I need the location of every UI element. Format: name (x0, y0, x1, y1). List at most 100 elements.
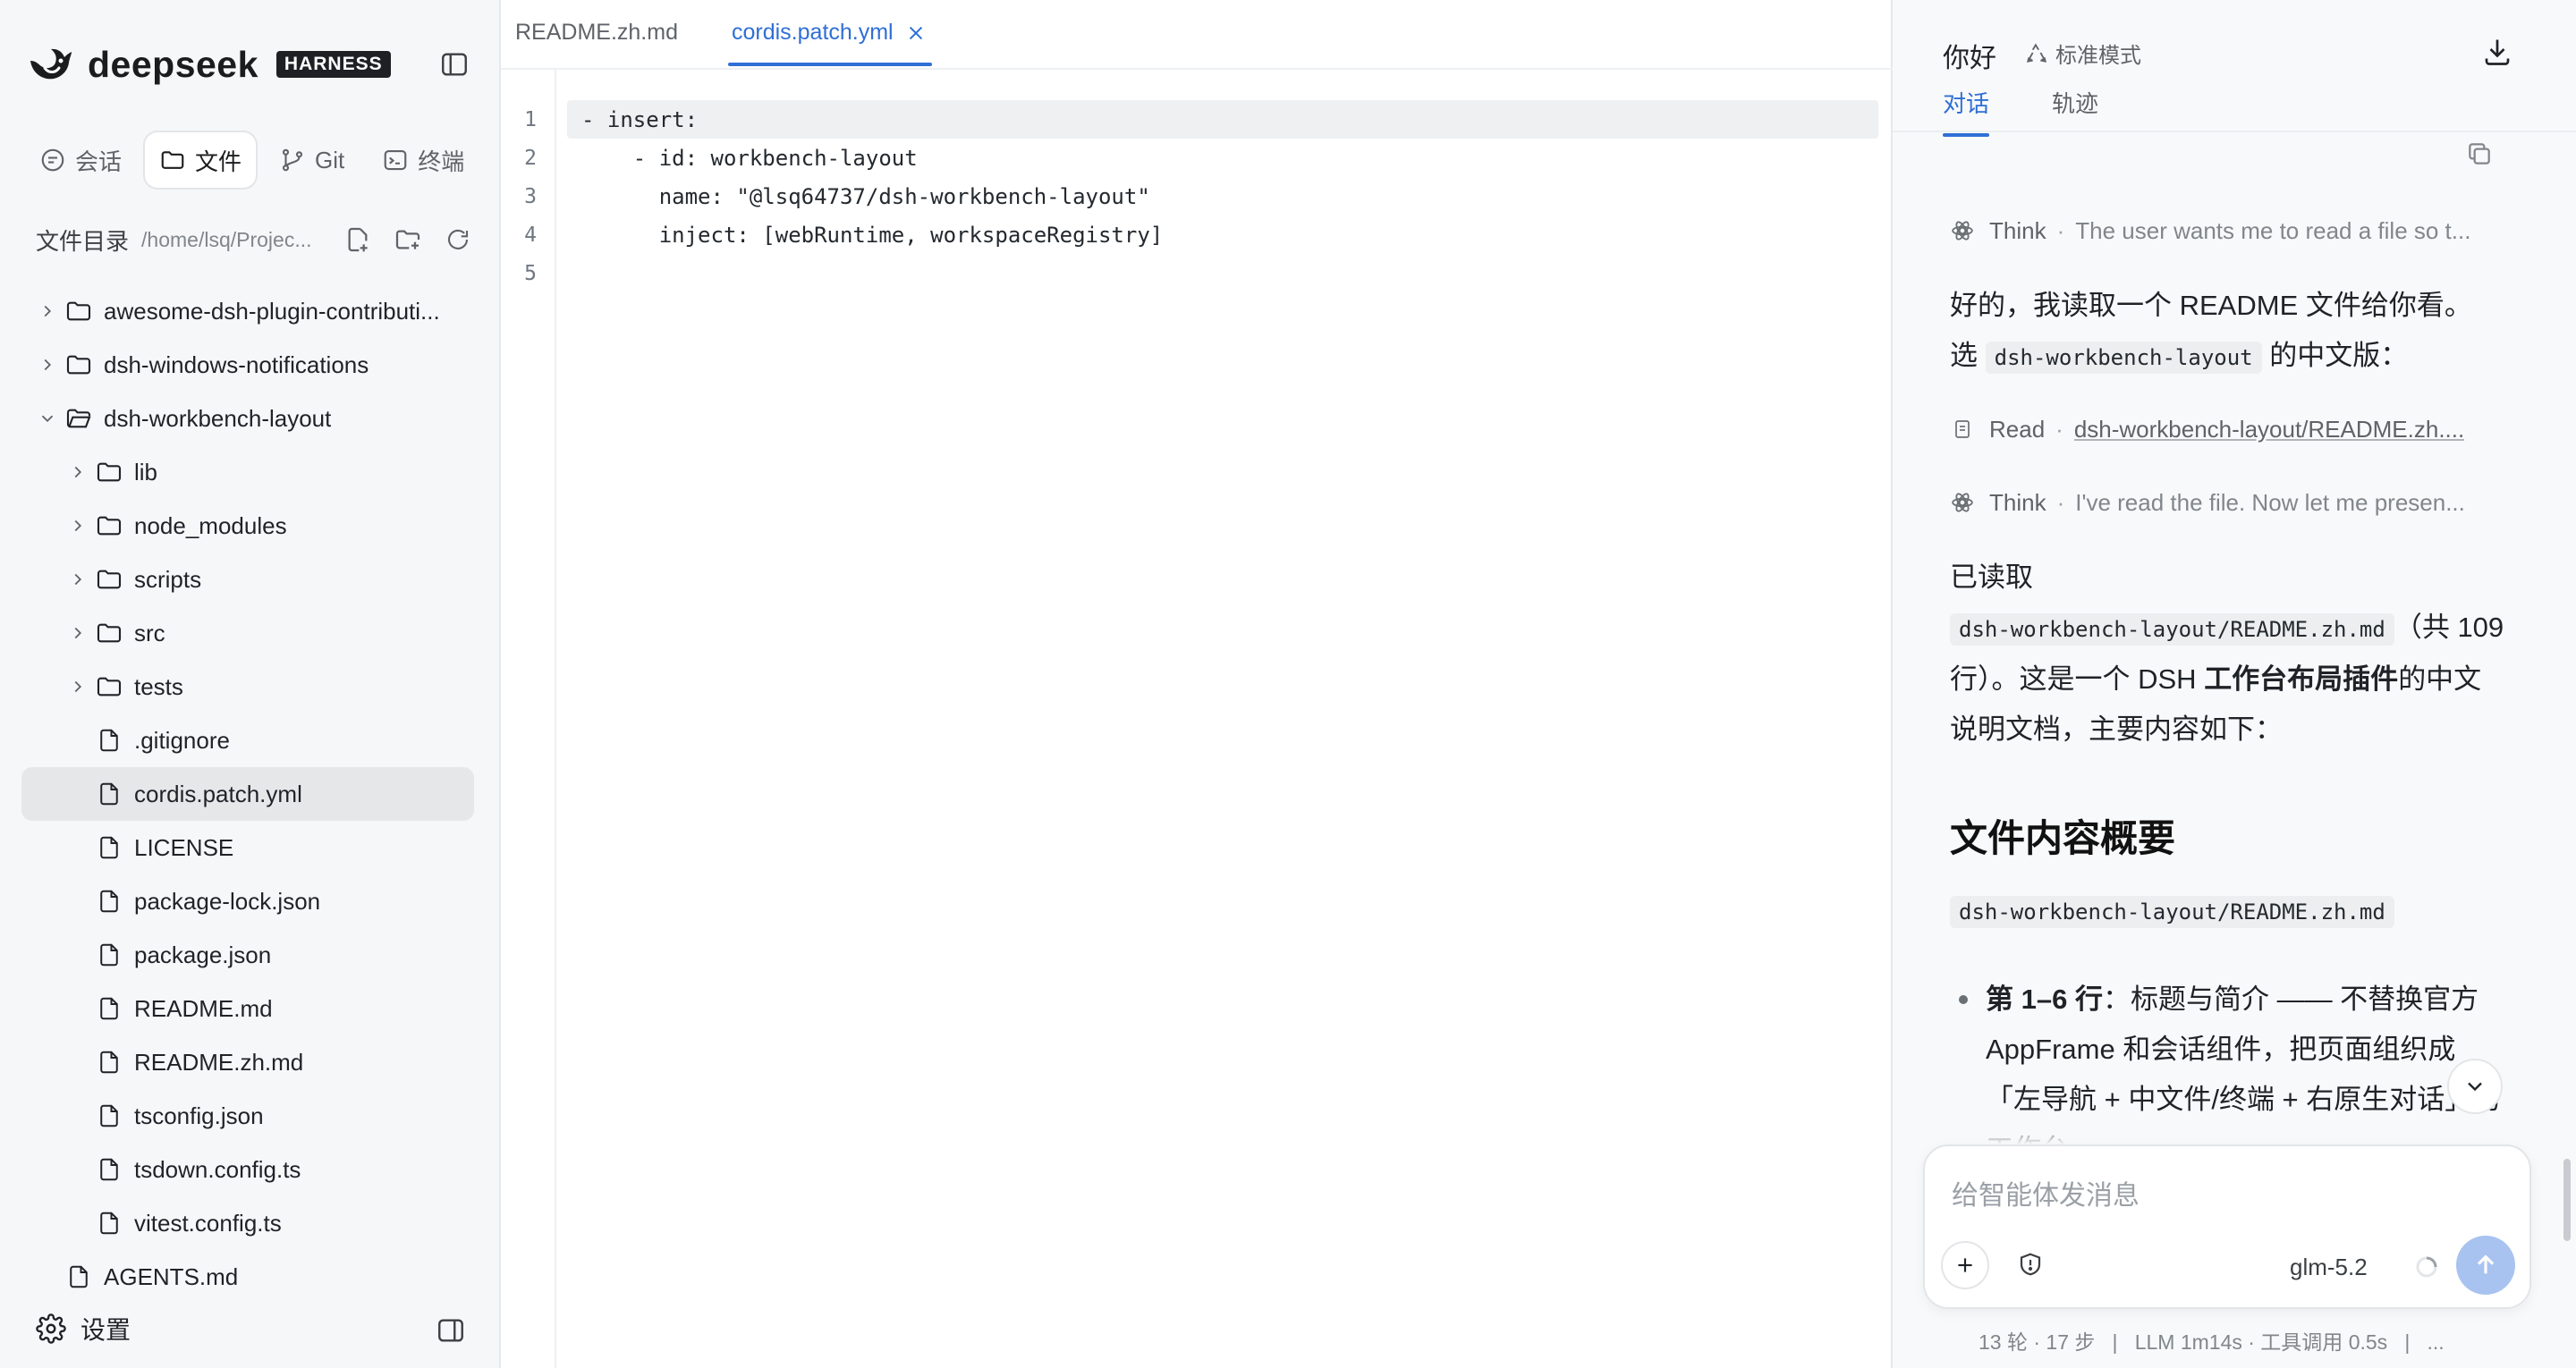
code-text: inject: [webRuntime, workspaceRegistry] (581, 222, 1164, 248)
copy-icon[interactable] (2463, 138, 2496, 170)
tree-folder[interactable]: awesome-dsh-plugin-contributi... (21, 284, 474, 338)
chat-tabs: 对话 轨迹 (1943, 86, 2098, 137)
tab-files[interactable]: 文件 (145, 132, 257, 188)
tree-file[interactable]: package-lock.json (21, 874, 474, 928)
chevron-right-icon[interactable] (64, 620, 91, 646)
step-name: Think (1989, 216, 2046, 244)
file-icon (95, 780, 123, 808)
tree-folder[interactable]: src (21, 606, 474, 660)
tree-item-label: LICENSE (134, 833, 234, 861)
line-number: 3 (524, 184, 537, 208)
line-number: 5 (524, 261, 537, 285)
folder-open-icon (64, 404, 93, 433)
download-icon[interactable] (2479, 34, 2515, 70)
chevron-right-icon[interactable] (34, 298, 61, 325)
code-area[interactable]: 1- insert: 2 - id: workbench-layout 3 name… (501, 100, 1893, 292)
chevron-right-icon[interactable] (64, 512, 91, 539)
tree-folder[interactable]: lib (21, 445, 474, 499)
close-icon[interactable] (906, 23, 926, 43)
tree-item-label: AGENTS.md (104, 1262, 239, 1290)
scroll-to-bottom-button[interactable] (2447, 1059, 2503, 1114)
tree-item-label: vitest.config.ts (134, 1209, 282, 1237)
mode-selector[interactable]: 标准模式 (2025, 38, 2141, 69)
chevron-right-icon[interactable] (64, 459, 91, 486)
tree-folder[interactable]: scripts (21, 553, 474, 606)
tree-folder[interactable]: dsh-windows-notifications (21, 338, 474, 392)
directory-title: 文件目录 (36, 227, 130, 255)
send-button[interactable] (2456, 1236, 2515, 1295)
chevron-right-icon[interactable] (64, 566, 91, 593)
chevron-down-icon[interactable] (34, 405, 61, 432)
refresh-icon[interactable] (442, 224, 474, 256)
tree-item-label: src (134, 619, 165, 646)
git-branch-icon (279, 147, 306, 173)
tree-file[interactable]: cordis.patch.yml (21, 767, 474, 821)
tree-file[interactable]: README.zh.md (21, 1035, 474, 1089)
folder-icon (95, 511, 123, 540)
tree-file[interactable]: AGENTS.md (21, 1250, 474, 1304)
chat-scrollbar[interactable] (2563, 1159, 2571, 1241)
file-icon (95, 833, 123, 862)
folder-icon (95, 458, 123, 486)
brand: deepseek HARNESS (27, 43, 391, 86)
tree-file[interactable]: README.md (21, 982, 474, 1035)
message-text: 的中文版： (2261, 340, 2409, 371)
editor-tab-readme-zh[interactable]: README.zh.md (515, 20, 678, 46)
shield-icon[interactable] (2014, 1248, 2046, 1280)
tab-sessions[interactable]: 会话 (25, 132, 136, 188)
file-icon (95, 941, 123, 969)
directory-path: /home/lsq/Projec... (141, 227, 312, 251)
tree-file[interactable]: tsdown.config.ts (21, 1143, 474, 1196)
code-line[interactable]: 5 (501, 254, 1893, 292)
add-attachment-button[interactable] (1941, 1241, 1989, 1289)
step-file-link[interactable]: dsh-workbench-layout/README.zh.... (2074, 416, 2464, 443)
tree-file[interactable]: .gitignore (21, 714, 474, 767)
code-line[interactable]: 1 - insert: (501, 100, 1893, 139)
code-line[interactable]: 4 inject: [webRuntime, workspaceRegistry… (501, 215, 1893, 254)
message-input[interactable]: 给智能体发消息 (1952, 1173, 2140, 1212)
editor-tab-cordis-patch[interactable]: cordis.patch.yml (732, 20, 926, 46)
chevron-right-icon[interactable] (34, 351, 61, 378)
tab-git[interactable]: Git (265, 132, 359, 188)
tree-file[interactable]: tsconfig.json (21, 1089, 474, 1143)
step-description: The user wants me to read a file so t... (2075, 216, 2471, 244)
code-text: - insert: (581, 106, 699, 132)
sidebar-toggle-icon[interactable] (436, 46, 472, 82)
tab-trajectory[interactable]: 轨迹 (2052, 86, 2098, 130)
step-name: Read (1989, 415, 2046, 443)
folder-icon (95, 565, 123, 594)
tree-folder[interactable]: node_modules (21, 499, 474, 553)
step-think[interactable]: Think · I've read the file. Now let me p… (1950, 485, 2504, 520)
code-line[interactable]: 3 name: "@lsq64737/dsh-workbench-layout" (501, 177, 1893, 215)
model-selector[interactable]: glm-5.2 (2290, 1254, 2368, 1281)
step-think[interactable]: Think · The user wants me to read a file… (1950, 213, 2504, 249)
tree-file[interactable]: vitest.config.ts (21, 1196, 474, 1250)
new-folder-icon[interactable] (392, 224, 424, 256)
tree-folder[interactable]: tests (21, 660, 474, 714)
tab-terminal[interactable]: 终端 (368, 132, 479, 188)
brand-name: deepseek (88, 43, 258, 85)
panel-layout-icon[interactable] (433, 1313, 469, 1348)
tree-folder[interactable]: dsh-workbench-layout (21, 392, 474, 445)
file-icon (95, 1209, 123, 1237)
code-line[interactable]: 2 - id: workbench-layout (501, 139, 1893, 177)
code-text: - id: workbench-layout (581, 145, 918, 171)
file-icon (95, 1102, 123, 1130)
inline-code: dsh-workbench-layout (1985, 342, 2262, 374)
chevron-right-icon[interactable] (64, 673, 91, 700)
heading-code: dsh-workbench-layout/README.zh.md (1950, 896, 2504, 928)
tab-conversation[interactable]: 对话 (1943, 86, 1990, 137)
brain-icon (1950, 490, 1975, 515)
step-read[interactable]: Read · dsh-workbench-layout/README.zh...… (1950, 411, 2504, 447)
assistant-message: 好的，我读取一个 README 文件给你看。 选 dsh-workbench-l… (1950, 281, 2504, 383)
tree-item-label: awesome-dsh-plugin-contributi... (104, 297, 440, 325)
new-file-icon[interactable] (342, 224, 374, 256)
tree-file[interactable]: LICENSE (21, 821, 474, 874)
tree-file[interactable]: package.json (21, 928, 474, 982)
message-line: 好的，我读取一个 README 文件给你看。 (1950, 290, 2472, 321)
tree-item-label: dsh-windows-notifications (104, 350, 369, 378)
settings-button[interactable]: 设置 (36, 1311, 131, 1347)
